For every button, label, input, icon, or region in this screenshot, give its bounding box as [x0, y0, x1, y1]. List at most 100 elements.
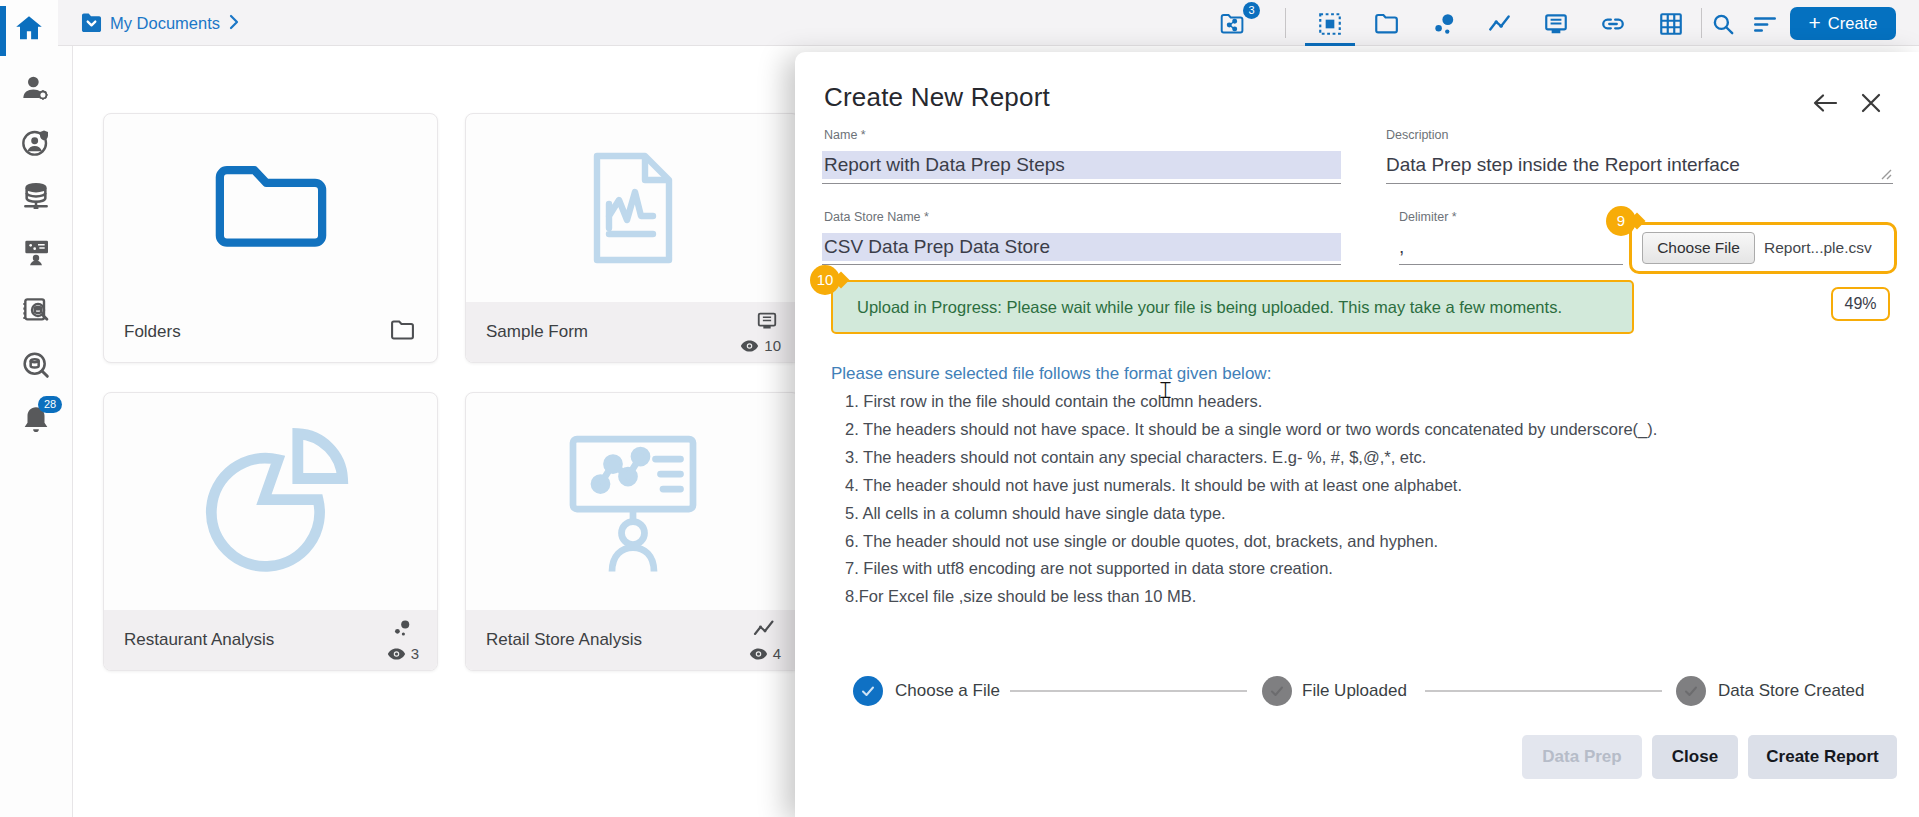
card-folders-thumbnail	[104, 114, 437, 302]
catalog-search-icon[interactable]	[16, 290, 56, 330]
tutorial-badge-10: 10	[810, 265, 840, 295]
shared-folder-icon[interactable]	[1219, 11, 1245, 37]
datastore-underline	[822, 264, 1341, 265]
active-nav-indicator	[0, 6, 6, 56]
step-choose-file-circle	[853, 676, 883, 706]
bubble-chart-icon[interactable]	[1431, 11, 1457, 37]
card-title: Sample Form	[486, 322, 588, 342]
delimiter-underline	[1399, 264, 1623, 265]
upload-progress-message: Upload in Progress: Please wait while yo…	[831, 280, 1634, 334]
card-sample-form[interactable]: Sample Form 10	[465, 113, 800, 363]
home-icon[interactable]	[14, 13, 44, 47]
card-title: Retail Store Analysis	[486, 630, 642, 650]
delimiter-input[interactable]: ,	[1399, 233, 1623, 261]
step-connector-1	[1010, 690, 1247, 692]
views: 3	[387, 645, 419, 662]
description-value: Data Prep step inside the Report interfa…	[1386, 151, 1893, 176]
presentation-icon[interactable]	[16, 232, 56, 272]
close-icon[interactable]	[1859, 90, 1883, 120]
link-icon[interactable]	[1600, 11, 1626, 37]
create-report-button[interactable]: Create Report	[1748, 735, 1897, 779]
form-icon[interactable]	[1543, 11, 1569, 37]
breadcrumb[interactable]: My Documents	[110, 13, 220, 33]
datastore-label: Data Store Name *	[824, 210, 929, 224]
datastore-value: CSV Data Prep Data Store	[822, 233, 1341, 258]
search-icon[interactable]	[1710, 11, 1736, 37]
rule-item: 4. The header should not have just numer…	[845, 472, 1657, 500]
card-sample-form-footer: Sample Form 10	[466, 302, 799, 362]
rule-item: 1. First row in the file should contain …	[845, 388, 1657, 416]
form-type-icon	[755, 310, 779, 336]
modal-title: Create New Report	[824, 82, 1050, 113]
name-value: Report with Data Prep Steps	[822, 151, 1341, 176]
step-file-uploaded-circle	[1262, 676, 1292, 706]
step-data-store-circle	[1676, 676, 1706, 706]
card-retail-analysis[interactable]: Retail Store Analysis 4	[465, 392, 800, 671]
close-button[interactable]: Close	[1652, 735, 1738, 779]
card-sample-form-thumbnail	[466, 114, 799, 302]
notifications-badge: 28	[38, 396, 62, 413]
table-icon[interactable]	[1658, 11, 1684, 37]
datastore-input[interactable]: CSV Data Prep Data Store	[822, 233, 1341, 261]
create-report-modal: Create New Report Name * Report with Dat…	[795, 52, 1919, 817]
card-retail-thumbnail	[466, 393, 799, 610]
upload-progress-percent: 49%	[1831, 287, 1890, 321]
line-type-icon	[752, 618, 777, 644]
top-bar	[0, 0, 1919, 46]
file-upload-box[interactable]: Choose File Report...ple.csv	[1629, 222, 1897, 274]
choose-file-button[interactable]: Choose File	[1642, 232, 1755, 264]
name-label: Name *	[824, 128, 866, 142]
create-button[interactable]: + Create	[1790, 7, 1896, 40]
tutorial-badge-9: 9	[1606, 206, 1636, 236]
rule-item: 2. The headers should not have space. It…	[845, 416, 1657, 444]
step-file-uploaded-label: File Uploaded	[1302, 676, 1407, 706]
rule-item: 8.For Excel file ,size should be less th…	[845, 583, 1657, 611]
step-choose-file-label: Choose a File	[895, 676, 1000, 706]
breadcrumb-chevron-icon	[226, 13, 242, 36]
views-count: 4	[773, 645, 781, 662]
card-title: Folders	[124, 322, 181, 342]
card-restaurant-analysis[interactable]: Restaurant Analysis 3	[103, 392, 438, 671]
card-folders-footer: Folders	[104, 302, 437, 362]
share-count-badge: 3	[1243, 2, 1260, 19]
views-count: 3	[411, 645, 419, 662]
user-settings-icon[interactable]	[16, 68, 56, 108]
plus-icon: +	[1809, 11, 1821, 35]
card-title: Restaurant Analysis	[124, 630, 274, 650]
card-restaurant-thumbnail	[104, 393, 437, 610]
user-shield-icon[interactable]	[16, 122, 56, 162]
back-icon[interactable]	[1811, 90, 1839, 120]
step-connector-2	[1425, 690, 1662, 692]
description-input[interactable]: Data Prep step inside the Report interfa…	[1386, 151, 1893, 179]
rule-item: 7. Files with utf8 encoding are not supp…	[845, 555, 1657, 583]
active-tab-underline	[1305, 43, 1355, 46]
rule-item: 3. The headers should not contain any sp…	[845, 444, 1657, 472]
data-prep-button[interactable]: Data Prep	[1522, 735, 1642, 779]
step-data-store-label: Data Store Created	[1718, 676, 1864, 706]
card-folders[interactable]: Folders	[103, 113, 438, 363]
card-meta: 3	[363, 616, 423, 664]
line-chart-icon[interactable]	[1487, 11, 1513, 37]
name-input[interactable]: Report with Data Prep Steps	[822, 151, 1341, 179]
views: 4	[749, 645, 781, 662]
description-label: Description	[1386, 128, 1449, 142]
card-meta: 4	[725, 616, 785, 664]
selected-filename: Report...ple.csv	[1764, 239, 1872, 257]
data-store-icon[interactable]	[16, 177, 56, 217]
toolbar-divider	[1285, 8, 1286, 38]
breadcrumb-folder-icon[interactable]	[80, 13, 103, 37]
resize-handle-icon[interactable]	[1878, 166, 1892, 184]
bubble-type-icon	[391, 618, 413, 644]
card-restaurant-footer: Restaurant Analysis 3	[104, 610, 437, 670]
card-retail-footer: Retail Store Analysis 4	[466, 610, 799, 670]
description-underline	[1386, 183, 1893, 184]
folder-type-icon	[390, 319, 415, 345]
card-meta: 10	[725, 308, 785, 356]
folders-icon[interactable]	[1373, 11, 1399, 37]
filter-icon[interactable]	[1752, 11, 1778, 37]
create-button-label: Create	[1828, 14, 1878, 33]
dashboard-icon[interactable]	[1317, 11, 1343, 37]
name-underline	[822, 183, 1341, 184]
search-data-icon[interactable]	[16, 345, 56, 385]
views-count: 10	[764, 337, 781, 354]
